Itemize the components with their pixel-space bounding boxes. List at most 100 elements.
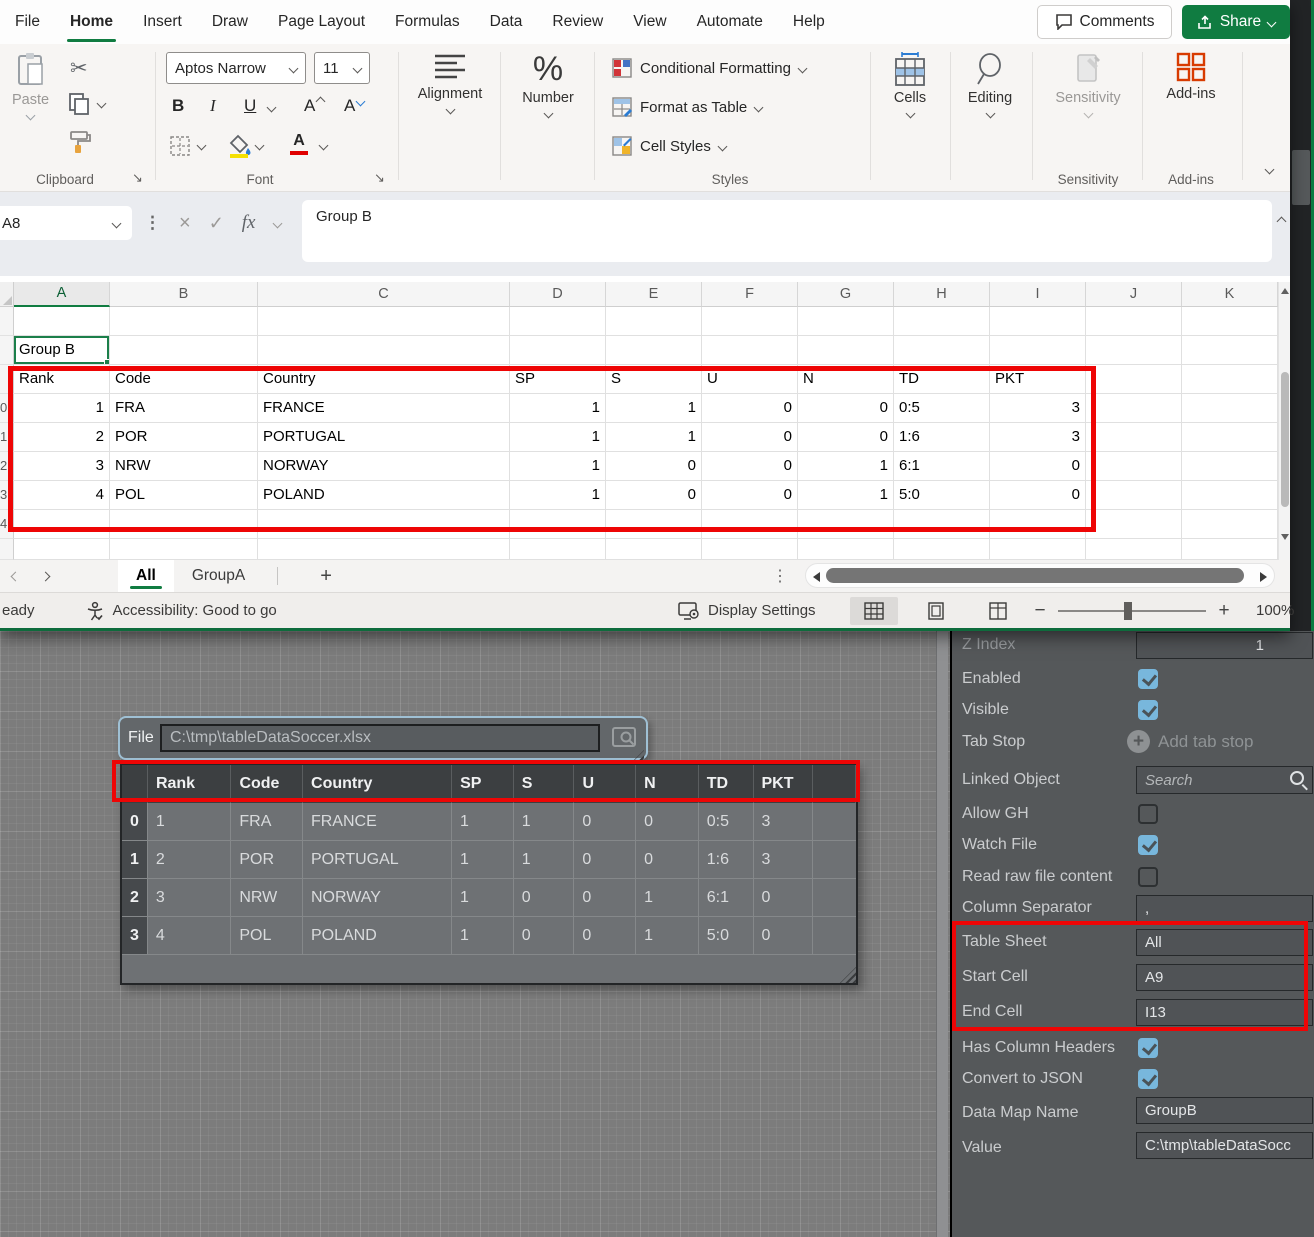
cell[interactable]: 0:5	[894, 394, 990, 423]
convert-to-json-checkbox[interactable]	[1138, 1069, 1158, 1089]
collapse-ribbon-icon[interactable]	[1265, 165, 1275, 175]
cell[interactable]	[894, 307, 990, 336]
sheet-tab-all[interactable]: All	[118, 560, 174, 592]
cell-styles-button[interactable]: Cell Styles	[612, 136, 726, 156]
cell[interactable]	[1086, 510, 1182, 539]
chevron-down-icon[interactable]	[272, 218, 282, 228]
menu-data[interactable]: Data	[475, 0, 538, 44]
cell[interactable]	[258, 307, 510, 336]
cell[interactable]: 1	[510, 394, 606, 423]
cell[interactable]	[702, 510, 798, 539]
cell[interactable]	[110, 510, 258, 539]
value-input[interactable]	[1136, 1132, 1313, 1159]
cell[interactable]: FRA	[110, 394, 258, 423]
table-widget[interactable]: Rank Code Country SP S U N TD PKT 0 1 FR…	[120, 763, 858, 985]
cell[interactable]	[702, 307, 798, 336]
format-as-table-button[interactable]: Format as Table	[612, 97, 762, 117]
zoom-in-button[interactable]: +	[1214, 600, 1234, 622]
underline-button[interactable]: U	[244, 96, 256, 116]
sheet-tab-groupa[interactable]: GroupA	[174, 560, 263, 592]
cell[interactable]: 1	[14, 394, 110, 423]
column-header-e[interactable]: E	[606, 282, 702, 307]
cell[interactable]	[894, 336, 990, 365]
menu-help[interactable]: Help	[778, 0, 840, 44]
cell[interactable]: NORWAY	[258, 452, 510, 481]
enter-icon[interactable]: ✓	[209, 213, 224, 234]
clipboard-dialog-launcher[interactable]: ↘	[132, 170, 143, 186]
cell[interactable]: 1	[606, 423, 702, 452]
column-header-c[interactable]: C	[258, 282, 510, 307]
normal-view-button[interactable]	[850, 597, 898, 625]
cell[interactable]	[110, 336, 258, 365]
cell[interactable]	[1086, 539, 1182, 560]
cells-button[interactable]: Cells	[882, 52, 938, 117]
data-map-name-input[interactable]	[1136, 1097, 1313, 1124]
menu-review[interactable]: Review	[537, 0, 618, 44]
cell[interactable]	[894, 510, 990, 539]
fill-color-button[interactable]	[228, 134, 252, 158]
cell[interactable]: 0	[798, 394, 894, 423]
row-header[interactable]: 2	[0, 452, 14, 481]
cell[interactable]	[1182, 452, 1278, 481]
cell[interactable]	[510, 539, 606, 560]
grow-font-button[interactable]: A	[304, 96, 324, 116]
paste-button[interactable]: Paste	[12, 52, 49, 119]
cell[interactable]	[510, 510, 606, 539]
font-color-button[interactable]: A	[290, 132, 308, 155]
cell[interactable]	[1086, 394, 1182, 423]
row-header[interactable]	[0, 307, 14, 336]
cell[interactable]: Rank	[14, 365, 110, 394]
cell[interactable]: U	[702, 365, 798, 394]
page-break-view-button[interactable]	[974, 597, 1022, 625]
cell[interactable]: 6:1	[894, 452, 990, 481]
italic-button[interactable]: I	[210, 96, 216, 116]
cell[interactable]: 0	[702, 394, 798, 423]
column-header-f[interactable]: F	[702, 282, 798, 307]
chevron-down-icon[interactable]	[97, 99, 107, 109]
cell[interactable]	[702, 539, 798, 560]
conditional-formatting-button[interactable]: Conditional Formatting	[612, 58, 806, 78]
cell[interactable]: 3	[990, 394, 1086, 423]
menu-page-layout[interactable]: Page Layout	[263, 0, 380, 44]
cell[interactable]: 0	[702, 423, 798, 452]
cell[interactable]: TD	[894, 365, 990, 394]
linked-object-search-input[interactable]	[1136, 766, 1313, 794]
cell[interactable]	[894, 539, 990, 560]
cell[interactable]	[14, 307, 110, 336]
cell[interactable]	[1086, 336, 1182, 365]
cell[interactable]: 0	[990, 452, 1086, 481]
cell[interactable]	[798, 307, 894, 336]
row-header[interactable]	[0, 336, 14, 365]
addins-button[interactable]: Add-ins	[1156, 52, 1226, 102]
sensitivity-button[interactable]: Sensitivity	[1046, 52, 1130, 117]
cell[interactable]: 1	[510, 481, 606, 510]
row-header[interactable]	[0, 365, 14, 394]
cell[interactable]	[1182, 336, 1278, 365]
cell[interactable]	[606, 307, 702, 336]
row-header[interactable]: 4	[0, 510, 14, 539]
cell[interactable]: PKT	[990, 365, 1086, 394]
file-path-widget[interactable]: File	[118, 716, 648, 760]
browse-file-icon[interactable]	[612, 726, 638, 750]
name-box[interactable]: A8	[0, 206, 132, 240]
scroll-right-icon[interactable]	[1260, 572, 1267, 582]
cell[interactable]	[1182, 539, 1278, 560]
cell[interactable]: 0	[798, 423, 894, 452]
menu-draw[interactable]: Draw	[197, 0, 263, 44]
cell[interactable]	[1182, 481, 1278, 510]
column-header-g[interactable]: G	[798, 282, 894, 307]
chevron-down-icon[interactable]	[319, 141, 329, 151]
end-cell-input[interactable]	[1136, 999, 1313, 1026]
menu-home[interactable]: Home	[55, 0, 128, 44]
menu-automate[interactable]: Automate	[682, 0, 778, 44]
cell[interactable]	[1182, 307, 1278, 336]
chevron-down-icon[interactable]	[267, 103, 277, 113]
cell[interactable]: N	[798, 365, 894, 394]
borders-button[interactable]	[170, 136, 190, 156]
z-index-input[interactable]	[1136, 632, 1313, 659]
scroll-left-icon[interactable]	[813, 572, 820, 582]
allow-gh-checkbox[interactable]	[1138, 804, 1158, 824]
cell[interactable]: Code	[110, 365, 258, 394]
cell[interactable]	[14, 539, 110, 560]
cell[interactable]	[1086, 365, 1182, 394]
